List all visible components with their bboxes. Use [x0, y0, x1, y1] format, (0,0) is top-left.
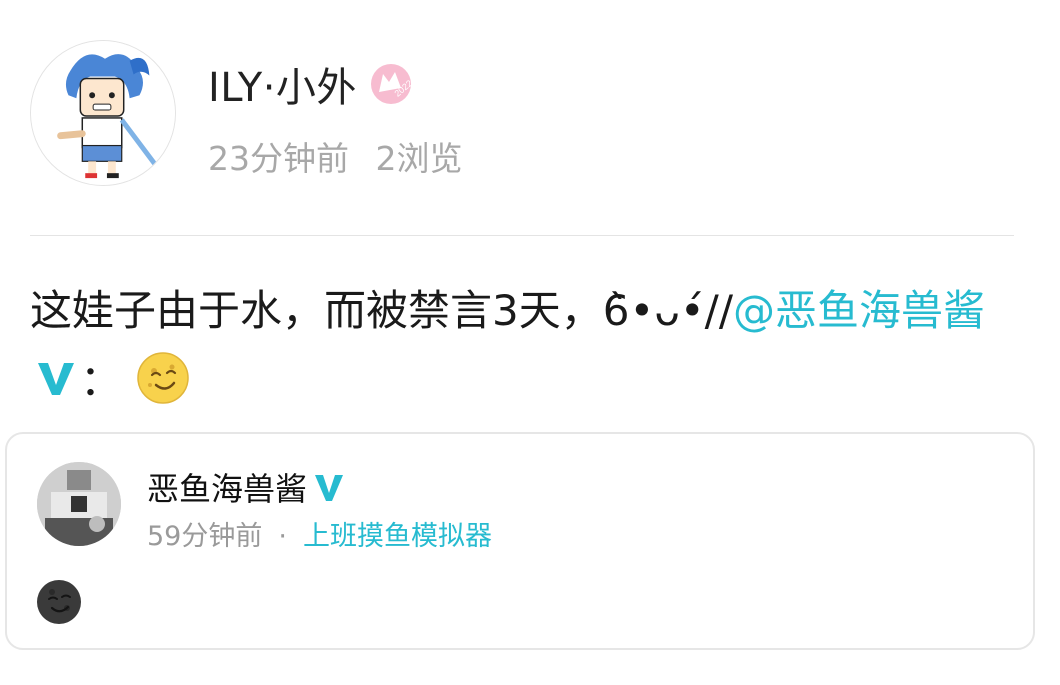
dark-moon-face-emoji-icon — [35, 578, 83, 626]
quote-time: 59分钟前 — [147, 521, 263, 552]
author-avatar[interactable] — [30, 40, 176, 186]
post-header: ILY·小外 2022 23分钟前 2浏览 — [30, 40, 1030, 190]
quote-author-name[interactable]: 恶鱼海兽酱 — [147, 464, 307, 510]
quote-avatar-illustration — [37, 462, 121, 546]
quote-source-link[interactable]: 上班摸鱼模拟器 — [303, 521, 492, 552]
quote-author-avatar[interactable] — [37, 462, 121, 546]
post-text: 这娃子由于水，而被禁言3天，6̀•ᴗ•́// — [30, 286, 733, 335]
sly-smile-emoji-icon — [136, 351, 190, 405]
header-divider — [30, 235, 1014, 236]
author-name-row: ILY·小外 2022 — [208, 56, 413, 112]
post-views: 2浏览 — [375, 139, 463, 178]
post-time: 23分钟前 — [208, 139, 349, 178]
quote-meta: 59分钟前 · 上班摸鱼模拟器 — [147, 514, 492, 553]
post-body: 这娃子由于水，而被禁言3天，6̀•ᴗ•́//@恶鱼海兽酱 ： — [30, 276, 1020, 416]
quoted-post-card[interactable]: 恶鱼海兽酱 59分钟前 · 上班摸鱼模拟器 — [5, 432, 1035, 650]
post-colon: ： — [80, 356, 123, 405]
meta-separator: · — [278, 521, 287, 552]
quote-name-row: 恶鱼海兽酱 — [147, 464, 347, 510]
author-name[interactable]: ILY·小外 — [208, 55, 357, 113]
author-avatar-illustration — [31, 41, 175, 185]
verified-v-icon — [32, 353, 80, 401]
quote-verified-v-icon — [311, 469, 347, 505]
anniversary-badge-icon[interactable]: 2022 — [369, 62, 413, 106]
mention-link[interactable]: @恶鱼海兽酱 — [733, 286, 985, 335]
post-meta: 23分钟前 2浏览 — [208, 132, 463, 180]
